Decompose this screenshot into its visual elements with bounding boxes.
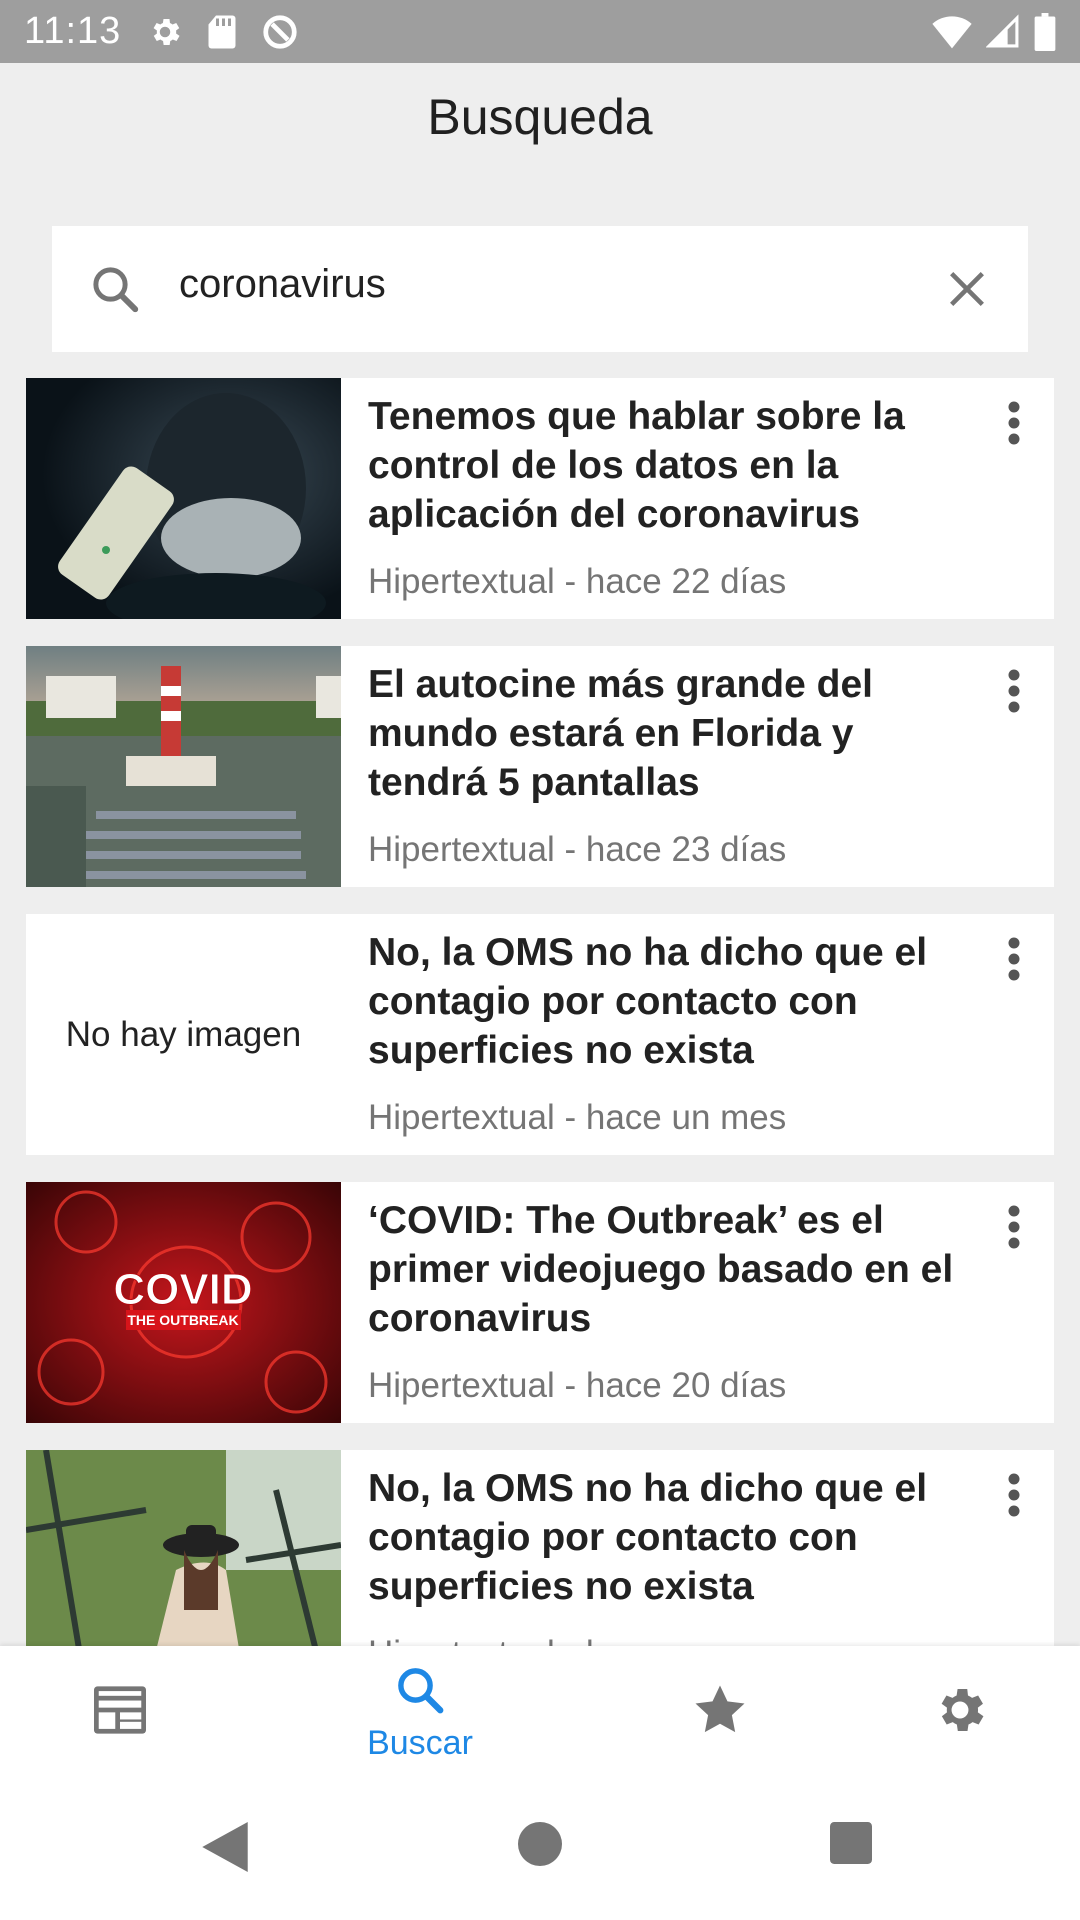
back-icon[interactable] <box>202 1822 248 1877</box>
wifi-icon <box>932 14 972 50</box>
more-vert-icon[interactable] <box>1006 1204 1022 1255</box>
nav-label: Buscar <box>367 1724 473 1762</box>
article-meta: Hipertextual - hace 20 días <box>368 1366 787 1405</box>
bottom-navigation: Buscar <box>0 1646 1080 1780</box>
search-icon <box>393 1663 447 1722</box>
list-item[interactable]: El autocine más grande del mundo estará … <box>26 646 1054 887</box>
article-meta: Hipertextual - hace 23 días <box>368 830 787 869</box>
battery-icon <box>1034 12 1056 51</box>
more-vert-icon[interactable] <box>1006 936 1022 987</box>
article-title[interactable]: Tenemos que hablar sobre la control de l… <box>368 392 978 539</box>
sd-card-icon <box>207 14 237 50</box>
nav-item-favorites[interactable] <box>640 1646 800 1780</box>
covid-logo-subtext: THE OUTBREAK <box>127 1312 238 1328</box>
status-bar: 11:13 <box>0 0 1080 63</box>
search-icon <box>88 262 142 321</box>
nav-item-news[interactable] <box>40 1646 200 1780</box>
article-thumbnail: COVID THE OUTBREAK <box>26 1182 341 1423</box>
covid-logo-text: COVID <box>113 1265 252 1314</box>
recents-icon[interactable] <box>830 1822 872 1869</box>
news-icon <box>91 1684 149 1741</box>
article-title[interactable]: ‘COVID: The Outbreak’ es el primer video… <box>368 1196 978 1343</box>
more-vert-icon[interactable] <box>1006 1472 1022 1523</box>
status-icons-left <box>147 13 299 51</box>
list-item[interactable]: Tenemos que hablar sobre la control de l… <box>26 378 1054 619</box>
article-thumbnail <box>26 378 341 619</box>
search-bar[interactable]: coronavirus <box>52 226 1028 352</box>
search-input[interactable]: coronavirus <box>179 262 386 307</box>
status-time: 11:13 <box>24 10 122 52</box>
article-thumbnail <box>26 1450 341 1646</box>
settings-icon <box>147 14 183 50</box>
nav-item-settings[interactable] <box>880 1646 1040 1780</box>
article-thumbnail <box>26 646 341 887</box>
status-icons-right <box>932 12 1056 51</box>
star-icon <box>692 1683 748 1742</box>
article-title[interactable]: No, la OMS no ha dicho que el contagio p… <box>368 1464 978 1611</box>
article-meta: Hipertextual - hace un mes <box>368 1098 787 1137</box>
article-meta: Hipertextual - hace 22 días <box>368 562 787 601</box>
nav-item-search[interactable]: Buscar <box>340 1646 500 1780</box>
results-list[interactable]: Tenemos que hablar sobre la control de l… <box>26 378 1054 1646</box>
system-nav-bar <box>0 1780 1080 1920</box>
home-icon[interactable] <box>518 1822 562 1871</box>
gear-icon <box>931 1681 989 1744</box>
more-vert-icon[interactable] <box>1006 668 1022 719</box>
article-title[interactable]: No, la OMS no ha dicho que el contagio p… <box>368 928 978 1075</box>
article-meta: Hipertextual - hace <box>368 1634 662 1646</box>
list-item[interactable]: No hay imagen No, la OMS no ha dicho que… <box>26 914 1054 1155</box>
no-image-placeholder: No hay imagen <box>26 914 341 1155</box>
list-item[interactable]: No, la OMS no ha dicho que el contagio p… <box>26 1450 1054 1646</box>
data-saver-icon <box>261 13 299 51</box>
list-item[interactable]: COVID THE OUTBREAK ‘COVID: The Outbreak’… <box>26 1182 1054 1423</box>
page-title: Busqueda <box>427 89 653 145</box>
more-vert-icon[interactable] <box>1006 400 1022 451</box>
article-title[interactable]: El autocine más grande del mundo estará … <box>368 660 978 807</box>
close-icon[interactable] <box>944 266 990 317</box>
signal-icon <box>986 13 1020 50</box>
